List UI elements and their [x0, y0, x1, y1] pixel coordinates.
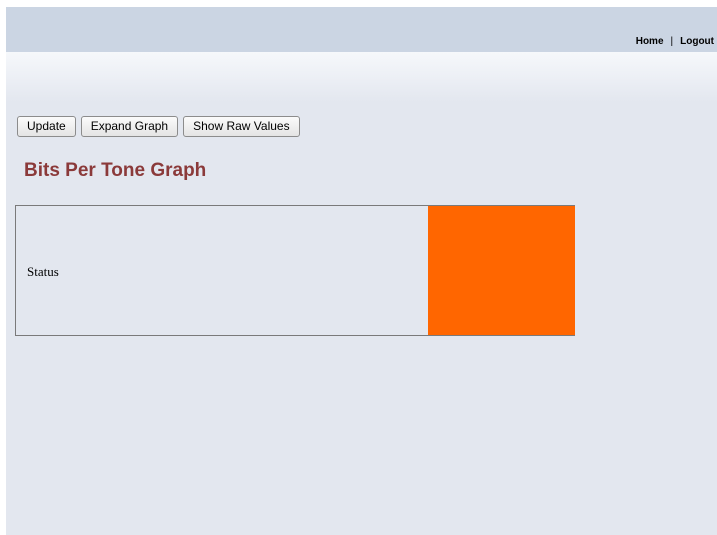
graph-panel: Status: [15, 205, 575, 336]
page: Home | Logout Update Expand Graph Show Raw…: [6, 7, 717, 535]
home-link[interactable]: Home: [636, 36, 664, 47]
top-nav: Home | Logout: [636, 36, 714, 47]
logout-link[interactable]: Logout: [680, 36, 714, 47]
status-label: Status: [27, 264, 59, 279]
show-raw-values-button[interactable]: Show Raw Values: [183, 116, 300, 137]
header-gradient-band: [6, 52, 717, 102]
update-button[interactable]: Update: [17, 116, 76, 137]
top-bar: Home | Logout: [6, 7, 717, 52]
nav-separator: |: [670, 36, 674, 47]
status-indicator: [428, 206, 575, 335]
expand-graph-button[interactable]: Expand Graph: [80, 116, 179, 137]
toolbar: Update Expand Graph Show Raw Values: [17, 116, 300, 137]
page-title: Bits Per Tone Graph: [24, 160, 207, 181]
